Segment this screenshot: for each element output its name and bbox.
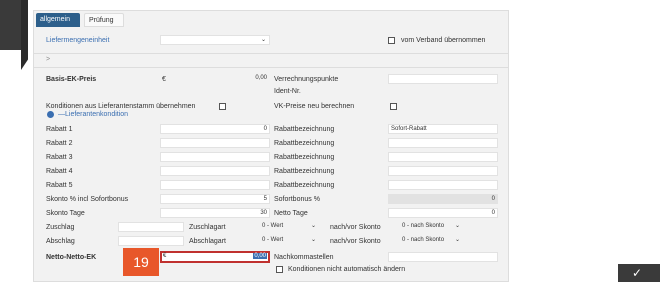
rabatt-1-bez-input[interactable]: Sofort-Rabatt: [388, 124, 498, 134]
skonto-tage-label: Skonto Tage: [46, 210, 85, 217]
zuschlag-input[interactable]: [118, 222, 184, 232]
rabatt-4-label: Rabatt 4: [46, 168, 73, 175]
step-badge: 19: [123, 248, 159, 276]
chevron-down-icon: ⌄: [310, 237, 316, 243]
nachkomma-label: Nachkommastellen: [274, 254, 334, 261]
abschlagart-select[interactable]: 0 - Wert ⌄: [260, 236, 322, 246]
netto-value: 0,00: [253, 253, 267, 259]
nicht-aendern-checkbox[interactable]: [276, 266, 283, 273]
rabatt-2-label: Rabatt 2: [46, 140, 73, 147]
divider: [34, 53, 508, 54]
skonto-input[interactable]: 5: [160, 194, 270, 204]
rabatt-3-label: Rabatt 3: [46, 154, 73, 161]
rabatt-5-label: Rabatt 5: [46, 182, 73, 189]
rabatt-1-label: Rabatt 1: [46, 126, 73, 133]
rabatt-3-bez-label: Rabattbezeichnung: [274, 154, 335, 161]
tab-pruefung[interactable]: Prüfung: [84, 13, 124, 27]
rabatt-3-input[interactable]: [160, 152, 270, 162]
rabatt-2-input[interactable]: [160, 138, 270, 148]
netto-tage-input[interactable]: 0: [388, 208, 498, 218]
rabatt-5-input[interactable]: [160, 180, 270, 190]
divider: [34, 67, 508, 68]
skonto-tage-input[interactable]: 30: [160, 208, 270, 218]
rabatt-4-bez-label: Rabattbezeichnung: [274, 168, 335, 175]
nicht-aendern-label: Konditionen nicht automatisch ändern: [288, 266, 406, 273]
vk-checkbox[interactable]: [390, 103, 397, 110]
lieferantenkondition-label: —Lieferantenkondition: [58, 111, 129, 118]
chevron-down-icon: ⌄: [260, 37, 266, 43]
chevron-down-icon: ⌄: [454, 237, 460, 243]
netto-netto-input[interactable]: € 0,00: [160, 251, 270, 263]
basis-currency: €: [162, 76, 166, 83]
verband-label: vom Verband übernommen: [401, 37, 486, 44]
lieferantenkondition-radio[interactable]: [47, 111, 54, 118]
verrechnung-input[interactable]: [388, 74, 498, 84]
abschlag-label: Abschlag: [46, 238, 75, 245]
skonto-label: Skonto % incl Sofortbonus: [46, 196, 129, 203]
abschlagart-value: 0 - Wert: [262, 237, 284, 243]
netto-tage-label: Netto Tage: [274, 210, 308, 217]
verband-checkbox[interactable]: [388, 37, 395, 44]
rabatt-2-bez-input[interactable]: [388, 138, 498, 148]
ident-label: Ident-Nr.: [274, 88, 301, 95]
sofortbonus-input: 0: [388, 194, 498, 204]
konditionen-label: Konditionen aus Lieferantenstamm überneh…: [46, 103, 196, 110]
zuschlag-skonto-label: nach/vor Skonto: [330, 224, 381, 231]
zuschlag-skonto-select[interactable]: 0 - nach Skonto ⌄: [400, 222, 460, 232]
rabatt-4-bez-input[interactable]: [388, 166, 498, 176]
verrechnung-label: Verrechnungspunkte: [274, 76, 339, 83]
liefermenge-label: Liefermengeneinheit: [46, 37, 110, 44]
zuschlagart-select[interactable]: 0 - Wert ⌄: [260, 222, 322, 232]
rabatt-4-input[interactable]: [160, 166, 270, 176]
expand-chevron-icon[interactable]: >: [46, 56, 50, 63]
tab-allgemein[interactable]: allgemein: [36, 13, 80, 27]
netto-netto-label: Netto-Netto-EK: [46, 254, 97, 261]
zuschlagart-value: 0 - Wert: [262, 223, 284, 229]
left-stripe: [21, 0, 28, 70]
chevron-down-icon: ⌄: [310, 223, 316, 229]
basis-value-input[interactable]: 0,00: [170, 74, 269, 84]
konditionen-checkbox[interactable]: [219, 103, 226, 110]
chevron-down-icon: ⌄: [454, 223, 460, 229]
left-dark-bar: [0, 0, 21, 50]
rabatt-2-bez-label: Rabattbezeichnung: [274, 140, 335, 147]
abschlag-input[interactable]: [118, 236, 184, 246]
sofortbonus-label: Sofortbonus %: [274, 196, 320, 203]
rabatt-5-bez-label: Rabattbezeichnung: [274, 182, 335, 189]
nachkomma-input[interactable]: [388, 252, 498, 262]
rabatt-1-input[interactable]: 0: [160, 124, 270, 134]
rabatt-1-bez-label: Rabattbezeichnung: [274, 126, 335, 133]
vk-label: VK-Preise neu berechnen: [274, 103, 355, 110]
abschlag-skonto-label: nach/vor Skonto: [330, 238, 381, 245]
abschlag-skonto-value: 0 - nach Skonto: [402, 237, 445, 243]
check-icon: ✓: [632, 266, 643, 280]
netto-currency: €: [163, 253, 167, 259]
corner-overlay: ✓: [618, 264, 660, 282]
rabatt-3-bez-input[interactable]: [388, 152, 498, 162]
abschlag-skonto-select[interactable]: 0 - nach Skonto ⌄: [400, 236, 460, 246]
zuschlag-label: Zuschlag: [46, 224, 75, 231]
zuschlag-skonto-value: 0 - nach Skonto: [402, 223, 445, 229]
basis-label: Basis-EK-Preis: [46, 76, 97, 83]
liefermenge-select[interactable]: ⌄: [160, 35, 270, 45]
zuschlagart-label: Zuschlagart: [189, 224, 226, 231]
abschlagart-label: Abschlagart: [189, 238, 226, 245]
rabatt-5-bez-input[interactable]: [388, 180, 498, 190]
